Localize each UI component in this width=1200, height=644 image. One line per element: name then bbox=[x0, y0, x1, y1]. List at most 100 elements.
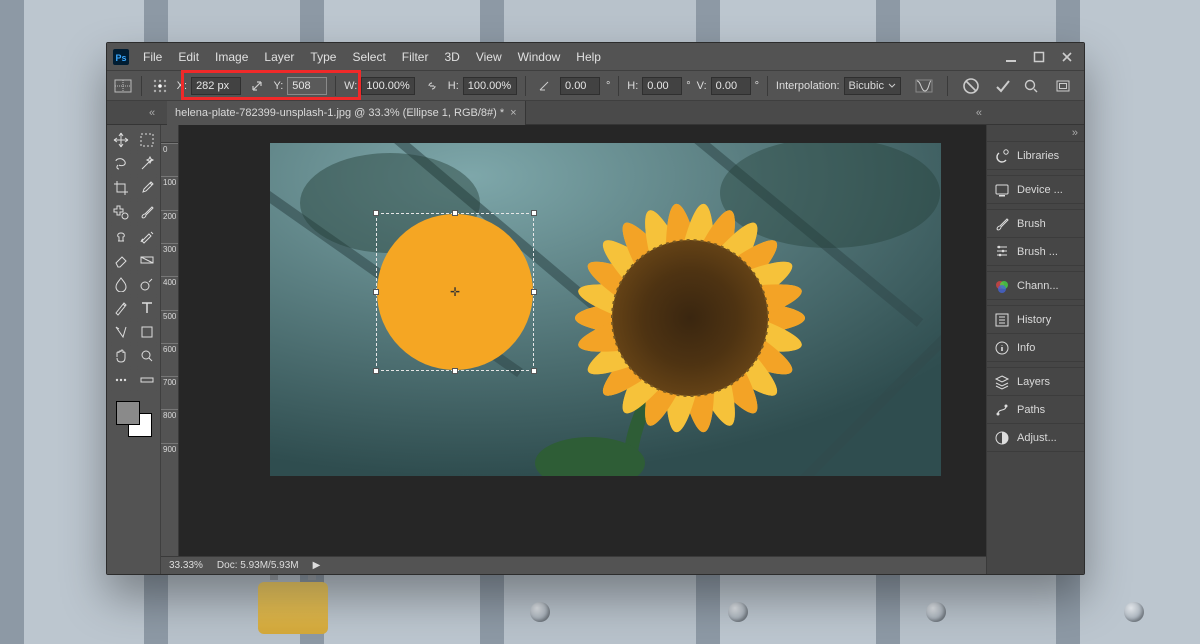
menu-edit[interactable]: Edit bbox=[170, 43, 207, 71]
interpolation-group: Interpolation: Bicubic bbox=[776, 77, 901, 95]
transform-handle[interactable] bbox=[531, 289, 537, 295]
cancel-transform-icon[interactable] bbox=[960, 75, 982, 97]
desktop-rivet bbox=[926, 602, 946, 622]
menu-help[interactable]: Help bbox=[568, 43, 609, 71]
transform-handle[interactable] bbox=[373, 289, 379, 295]
transform-handle[interactable] bbox=[373, 368, 379, 374]
transform-handle[interactable] bbox=[452, 210, 458, 216]
close-tab-icon[interactable]: × bbox=[510, 101, 516, 125]
interpolation-value: Bicubic bbox=[849, 80, 884, 92]
brushset-icon bbox=[993, 243, 1011, 261]
move-tool[interactable] bbox=[110, 129, 132, 151]
skew-h-input[interactable] bbox=[642, 77, 682, 95]
pen-tool[interactable] bbox=[110, 297, 132, 319]
panel-cc[interactable]: Libraries bbox=[987, 142, 1084, 170]
stamp-tool[interactable] bbox=[110, 225, 132, 247]
panel-label: Libraries bbox=[1017, 150, 1059, 162]
panel-brush[interactable]: Brush bbox=[987, 210, 1084, 238]
ruler-vertical[interactable]: 0100200300400500600700800900 bbox=[161, 143, 179, 556]
zoom-level[interactable]: 33.33% bbox=[169, 560, 203, 571]
more-tool[interactable] bbox=[110, 369, 132, 391]
panel-device[interactable]: Device ... bbox=[987, 176, 1084, 204]
search-icon[interactable] bbox=[1020, 75, 1042, 97]
rotate-input[interactable] bbox=[560, 77, 600, 95]
menu-file[interactable]: File bbox=[135, 43, 170, 71]
panel-brushset[interactable]: Brush ... bbox=[987, 238, 1084, 266]
panel-paths[interactable]: Paths bbox=[987, 396, 1084, 424]
menu-3d[interactable]: 3D bbox=[436, 43, 467, 71]
wand-tool[interactable] bbox=[136, 153, 158, 175]
transform-handle[interactable] bbox=[531, 210, 537, 216]
swap-xy-icon[interactable] bbox=[247, 76, 267, 96]
document-image bbox=[270, 143, 941, 476]
canvas-area[interactable]: ✛ bbox=[179, 143, 986, 556]
w-label: W: bbox=[344, 80, 357, 92]
type-tool[interactable] bbox=[136, 297, 158, 319]
window-maximize-button[interactable] bbox=[1032, 50, 1046, 64]
window-close-button[interactable] bbox=[1060, 50, 1074, 64]
x-position-input[interactable] bbox=[191, 77, 241, 95]
document-tab-label: helena-plate-782399-unsplash-1.jpg @ 33.… bbox=[175, 101, 504, 125]
transform-bounding-box[interactable]: ✛ bbox=[376, 213, 534, 371]
eyedrop-tool[interactable] bbox=[136, 177, 158, 199]
panel-adjust[interactable]: Adjust... bbox=[987, 424, 1084, 452]
height-input[interactable] bbox=[463, 77, 517, 95]
y-label: Y: bbox=[273, 80, 283, 92]
doc-size: Doc: 5.93M/5.93M bbox=[217, 560, 299, 571]
document-tab[interactable]: helena-plate-782399-unsplash-1.jpg @ 33.… bbox=[167, 101, 526, 125]
eraser-tool[interactable] bbox=[110, 249, 132, 271]
share-box-icon[interactable] bbox=[1052, 75, 1074, 97]
edit-tool[interactable] bbox=[136, 369, 158, 391]
warp-mode-icon[interactable] bbox=[913, 75, 935, 97]
panel-collapse-icon[interactable]: » bbox=[987, 125, 1084, 142]
commit-transform-icon[interactable] bbox=[992, 75, 1014, 97]
hand-tool[interactable] bbox=[110, 345, 132, 367]
panel-info[interactable]: Info bbox=[987, 334, 1084, 362]
marquee-tool[interactable] bbox=[136, 129, 158, 151]
foreground-color[interactable] bbox=[116, 401, 140, 425]
zoom-tool[interactable] bbox=[136, 345, 158, 367]
menu-select[interactable]: Select bbox=[344, 43, 393, 71]
width-input[interactable] bbox=[361, 77, 415, 95]
transform-handle[interactable] bbox=[531, 368, 537, 374]
panel-label: Layers bbox=[1017, 376, 1050, 388]
menu-window[interactable]: Window bbox=[510, 43, 569, 71]
blur-tool[interactable] bbox=[110, 273, 132, 295]
menu-type[interactable]: Type bbox=[302, 43, 344, 71]
shape-tool[interactable] bbox=[136, 321, 158, 343]
work-area: 1002003004005006007008009001000110012001… bbox=[107, 125, 1084, 574]
lasso-tool[interactable] bbox=[110, 153, 132, 175]
interpolation-dropdown[interactable]: Bicubic bbox=[844, 77, 901, 95]
menu-layer[interactable]: Layer bbox=[256, 43, 302, 71]
gradient-tool[interactable] bbox=[136, 249, 158, 271]
h-label: H: bbox=[448, 80, 459, 92]
heal-tool[interactable] bbox=[110, 201, 132, 223]
link-wh-icon[interactable] bbox=[421, 76, 441, 96]
toolbox-collapse-icon[interactable]: « bbox=[149, 107, 155, 119]
transform-handle[interactable] bbox=[373, 210, 379, 216]
panel-channels[interactable]: Chann... bbox=[987, 272, 1084, 300]
window-minimize-button[interactable] bbox=[1004, 50, 1018, 64]
menu-image[interactable]: Image bbox=[207, 43, 256, 71]
panel-history[interactable]: History bbox=[987, 306, 1084, 334]
brush-tool[interactable] bbox=[136, 201, 158, 223]
path-tool[interactable] bbox=[110, 321, 132, 343]
reference-point-icon[interactable] bbox=[150, 76, 170, 96]
panel-label: Brush bbox=[1017, 218, 1046, 230]
transform-center-icon[interactable]: ✛ bbox=[450, 285, 460, 299]
transform-handle[interactable] bbox=[452, 368, 458, 374]
crop-tool[interactable] bbox=[110, 177, 132, 199]
dodge-tool[interactable] bbox=[136, 273, 158, 295]
panels-collapse-icon[interactable]: « bbox=[976, 107, 982, 119]
history-icon bbox=[993, 311, 1011, 329]
menu-filter[interactable]: Filter bbox=[394, 43, 437, 71]
transform-tool-icon[interactable] bbox=[113, 76, 133, 96]
skew-v-input[interactable] bbox=[711, 77, 751, 95]
status-arrow-icon[interactable]: ▶ bbox=[313, 560, 321, 571]
panel-layers[interactable]: Layers bbox=[987, 368, 1084, 396]
menu-view[interactable]: View bbox=[468, 43, 510, 71]
history-tool[interactable] bbox=[136, 225, 158, 247]
panels-dock: » Libraries Device ... Brush Brush ... Chann.… bbox=[986, 125, 1084, 574]
color-swatches[interactable] bbox=[116, 401, 152, 437]
y-position-input[interactable] bbox=[287, 77, 327, 95]
